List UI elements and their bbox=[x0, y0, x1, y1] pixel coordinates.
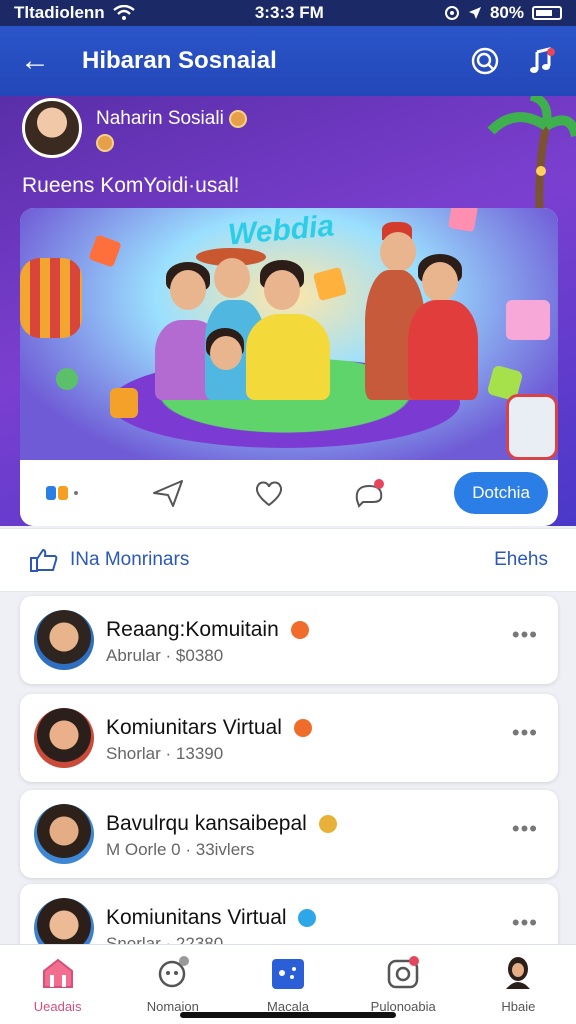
avatar bbox=[34, 610, 94, 670]
community-name-text: Komiunitars Virtual bbox=[106, 716, 282, 739]
nav-label: Hbaie bbox=[501, 999, 536, 1014]
coin-icon bbox=[96, 134, 114, 152]
lock-rotation-icon bbox=[444, 6, 459, 20]
kid-face bbox=[210, 336, 242, 370]
more-options-icon[interactable]: ••• bbox=[512, 816, 538, 842]
toy-block bbox=[110, 388, 138, 418]
profile-avatar[interactable] bbox=[22, 98, 82, 158]
toy-robot bbox=[506, 394, 558, 460]
more-options-icon[interactable]: ••• bbox=[512, 622, 538, 648]
games-icon bbox=[272, 959, 304, 989]
section-title: INa Monrinars bbox=[70, 549, 190, 570]
hero-banner: Naharin Sosiali Rueens KomYoidi·usal! We… bbox=[0, 96, 576, 526]
verified-badge-icon bbox=[290, 621, 309, 640]
back-arrow-icon[interactable]: ← bbox=[20, 46, 50, 76]
kid-figure bbox=[246, 314, 330, 400]
music-note-icon[interactable] bbox=[526, 46, 556, 76]
community-meta: Abrular · $0380 bbox=[106, 646, 224, 665]
page-title: Hibaran Sosnaial bbox=[82, 47, 277, 74]
like-heart-icon[interactable] bbox=[251, 473, 286, 513]
hero-caption: Rueens KomYoidi·usal! bbox=[22, 174, 240, 197]
status-bar: Tltadiolenn 3:3:3 FM 80% bbox=[0, 0, 576, 26]
profile-icon bbox=[506, 957, 531, 989]
kid-figure bbox=[408, 300, 478, 400]
community-name-text: Komiunitans Virtual bbox=[106, 906, 287, 929]
list-item[interactable]: Bavulrqu kansaibepal M Oorle 0 · 33ivler… bbox=[20, 790, 558, 878]
share-icon[interactable] bbox=[150, 473, 185, 513]
community-meta: M Oorle 0 · 33ivlers bbox=[106, 840, 255, 859]
comment-icon[interactable] bbox=[353, 473, 388, 513]
community-name: Bavulrqu kansaibepal bbox=[106, 812, 337, 836]
app-header: ← Hibaran Sosnaial bbox=[0, 26, 576, 96]
toy-ball bbox=[56, 368, 78, 390]
featured-card[interactable]: Webdia Dotchia bbox=[20, 208, 558, 526]
battery-percent: 80% bbox=[489, 3, 524, 22]
avatar bbox=[34, 708, 94, 768]
featured-logo-text: Webdia bbox=[226, 209, 336, 252]
profile-name: Naharin Sosiali bbox=[96, 108, 248, 130]
kid-face bbox=[214, 258, 250, 298]
community-name: Komiunitans Virtual bbox=[106, 906, 317, 930]
community-name: Reaang:Komuitain bbox=[106, 618, 309, 642]
toy-cube bbox=[447, 208, 479, 233]
nav-item-profile[interactable]: Hbaie bbox=[461, 945, 576, 1024]
more-options-icon[interactable]: ••• bbox=[512, 910, 538, 936]
list-item[interactable]: Reaang:Komuitain Abrular · $0380 ••• bbox=[20, 596, 558, 684]
join-button[interactable]: Dotchia bbox=[454, 472, 548, 514]
list-item[interactable]: Komiunitars Virtual Shorlar · 13390 ••• bbox=[20, 694, 558, 782]
reaction-icon[interactable] bbox=[44, 473, 84, 513]
post-action-bar: Dotchia bbox=[20, 460, 558, 526]
avatar bbox=[34, 804, 94, 864]
drum-toy bbox=[20, 258, 82, 338]
kid-face bbox=[380, 232, 416, 272]
see-all-link[interactable]: Ehehs bbox=[494, 549, 548, 571]
location-icon bbox=[468, 7, 481, 19]
camera-icon bbox=[387, 956, 420, 989]
community-name-text: Reaang:Komuitain bbox=[106, 618, 279, 641]
more-options-icon[interactable]: ••• bbox=[512, 720, 538, 746]
verified-badge-icon bbox=[298, 909, 317, 928]
verified-badge-icon bbox=[318, 815, 337, 834]
gift-box bbox=[506, 300, 550, 340]
clock: 3:3:3 FM bbox=[254, 3, 324, 22]
search-icon[interactable] bbox=[470, 46, 500, 76]
thumbs-up-icon bbox=[30, 548, 58, 572]
chat-icon bbox=[158, 956, 189, 988]
coin-badge-icon bbox=[229, 109, 248, 128]
profile-name-text: Naharin Sosiali bbox=[96, 108, 224, 129]
nav-item-home[interactable]: Ueadais bbox=[0, 945, 115, 1024]
kid-face bbox=[170, 270, 206, 310]
carrier-label: Tltadiolenn bbox=[14, 3, 105, 22]
community-name: Komiunitars Virtual bbox=[106, 716, 312, 740]
verified-badge-icon bbox=[293, 719, 312, 738]
battery-icon bbox=[531, 6, 562, 20]
community-name-text: Bavulrqu kansaibepal bbox=[106, 812, 307, 835]
toy-cube bbox=[312, 266, 348, 302]
nav-label: Ueadais bbox=[33, 999, 82, 1014]
toy-cube bbox=[88, 234, 122, 268]
section-header: INa Monrinars Ehehs bbox=[0, 528, 576, 592]
wifi-icon bbox=[112, 5, 135, 20]
kid-face bbox=[264, 270, 300, 310]
home-icon bbox=[42, 958, 73, 988]
home-indicator[interactable] bbox=[180, 1012, 396, 1018]
kid-face bbox=[422, 262, 458, 302]
community-meta: Shorlar · 13390 bbox=[106, 744, 224, 763]
featured-image[interactable]: Webdia bbox=[20, 208, 558, 460]
